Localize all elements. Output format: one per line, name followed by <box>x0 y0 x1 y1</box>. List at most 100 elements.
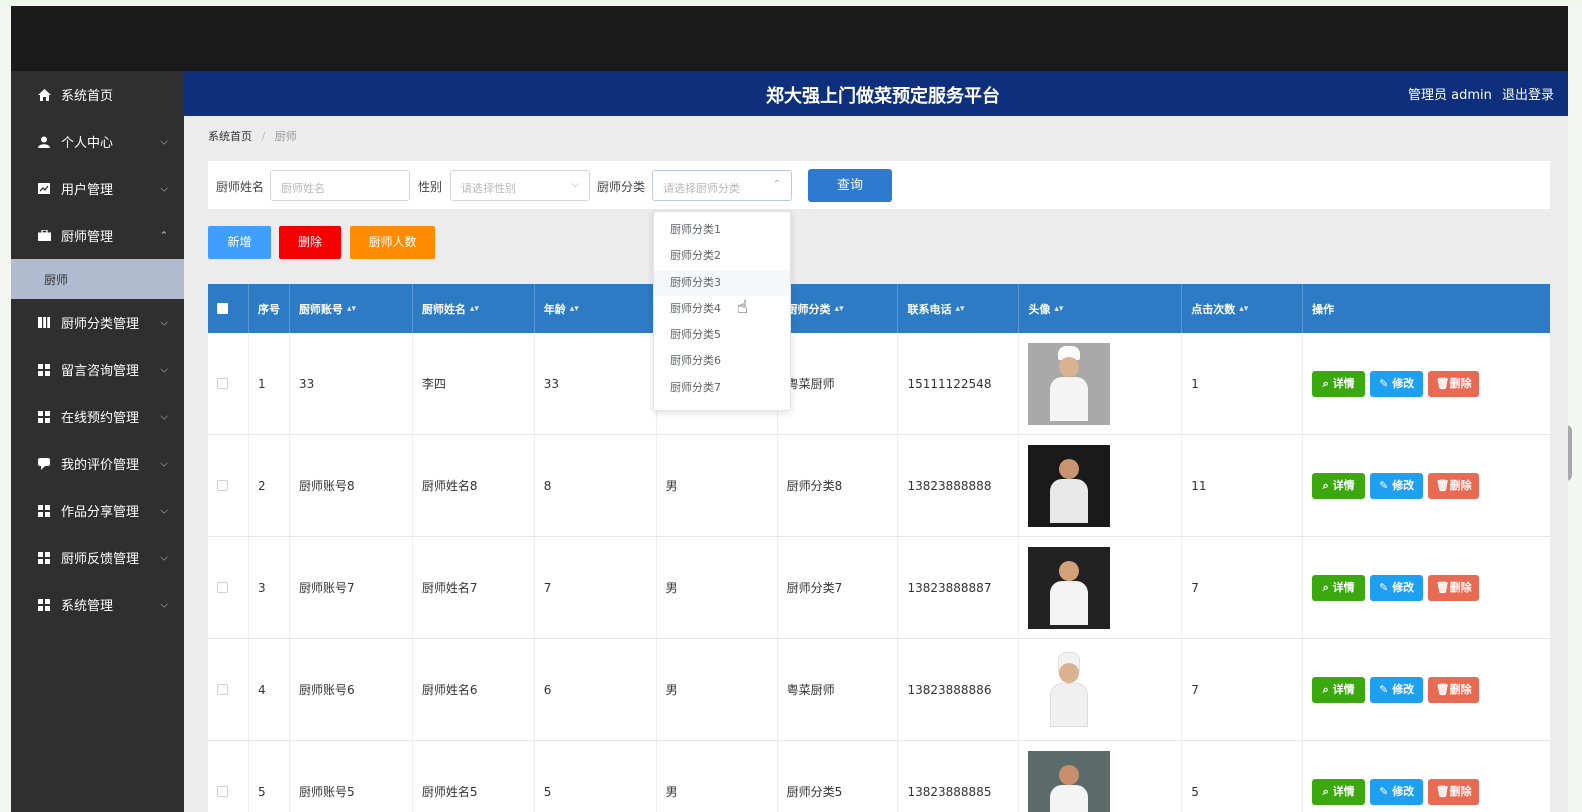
chef-count-button[interactable]: 厨师人数 <box>350 226 435 259</box>
cell-category: 厨师分类7 <box>778 537 899 638</box>
logout-link[interactable]: 退出登录 <box>1502 88 1554 103</box>
cell-gender: 男 <box>657 435 778 536</box>
sidebar-item-system[interactable]: 系统管理 ⌵ <box>11 581 184 628</box>
sort-icon[interactable]: ▴▾ <box>1054 304 1063 314</box>
sidebar-item-label: 系统管理 <box>61 599 114 614</box>
header-account-label: 厨师账号 <box>298 302 343 316</box>
row-checkbox[interactable] <box>217 480 228 491</box>
delete-button[interactable]: 删除 <box>279 226 341 259</box>
table-row: 2 厨师账号8 厨师姓名8 8 男 厨师分类8 13823888888 11 ⌕… <box>208 435 1550 537</box>
sort-icon[interactable]: ▴▾ <box>1239 304 1248 314</box>
remove-button[interactable]: 🗑删除 <box>1428 574 1480 601</box>
add-button[interactable]: 新增 <box>208 226 271 259</box>
detail-button[interactable]: ⌕ 详情 <box>1312 676 1366 703</box>
dropdown-option[interactable]: 厨师分类7 <box>654 375 790 401</box>
cell-index: 4 <box>249 639 290 740</box>
cell-gender: 男 <box>657 639 778 740</box>
row-select-cell <box>208 741 249 812</box>
header-account[interactable]: 厨师账号 ▴▾ <box>290 284 413 333</box>
cell-ops: ⌕ 详情 ✎ 修改 🗑删除 <box>1303 333 1550 434</box>
sidebar-item-home[interactable]: 系统首页 <box>11 71 184 118</box>
table-row: 3 厨师账号7 厨师姓名7 7 男 厨师分类7 13823888887 7 ⌕ … <box>208 537 1550 639</box>
detail-button[interactable]: ⌕ 详情 <box>1312 574 1366 601</box>
header-avatar[interactable]: 头像 ▴▾ <box>1019 284 1183 333</box>
gender-select[interactable]: 请选择性别 ⌵ <box>450 170 590 201</box>
header-name[interactable]: 厨师姓名 ▴▾ <box>413 284 535 333</box>
sidebar-item-user-management[interactable]: 用户管理 ⌵ <box>11 165 184 212</box>
dropdown-option[interactable]: 厨师分类3 <box>654 269 790 296</box>
sidebar-item-feedback[interactable]: 厨师反馈管理 ⌵ <box>11 534 184 581</box>
detail-button[interactable]: ⌕ 详情 <box>1312 370 1366 397</box>
sidebar-item-personal-center[interactable]: 个人中心 ⌵ <box>11 118 184 165</box>
chef-category-placeholder: 请选择厨师分类 <box>663 182 740 195</box>
cell-category: 粤菜厨师 <box>778 639 899 740</box>
sort-icon[interactable]: ▴▾ <box>570 304 579 314</box>
edit-label: 修改 <box>1392 376 1415 390</box>
cell-category: 厨师分类5 <box>778 741 899 812</box>
cell-clicks: 7 <box>1182 537 1304 638</box>
detail-button[interactable]: ⌕ 详情 <box>1312 472 1366 499</box>
edit-button[interactable]: ✎ 修改 <box>1370 778 1424 805</box>
search-icon: ⌕ <box>1322 478 1329 492</box>
edit-button[interactable]: ✎ 修改 <box>1370 574 1424 601</box>
row-checkbox[interactable] <box>217 582 228 593</box>
remove-button[interactable]: 🗑删除 <box>1428 778 1480 805</box>
chevron-down-icon: ⌵ <box>160 505 168 516</box>
header-phone[interactable]: 联系电话 ▴▾ <box>898 284 1020 333</box>
sidebar-item-chef-management[interactable]: 厨师管理 ⌃ <box>11 212 184 259</box>
cell-phone: 15111122548 <box>898 333 1020 434</box>
edit-label: 修改 <box>1392 478 1415 492</box>
grid-icon <box>37 363 51 377</box>
chef-category-label: 厨师分类 <box>597 180 646 194</box>
remove-label: 删除 <box>1449 784 1472 798</box>
edit-button[interactable]: ✎ 修改 <box>1370 472 1424 499</box>
remove-button[interactable]: 🗑删除 <box>1428 472 1480 499</box>
cell-clicks: 5 <box>1182 741 1304 812</box>
remove-button[interactable]: 🗑删除 <box>1428 370 1480 397</box>
dropdown-option[interactable]: 厨师分类4 <box>654 296 790 322</box>
sort-icon[interactable]: ▴▾ <box>835 304 844 314</box>
query-button[interactable]: 查询 <box>808 169 892 202</box>
chef-category-select[interactable]: 请选择厨师分类 ⌃ <box>652 170 792 201</box>
dropdown-option[interactable]: 厨师分类1 <box>654 217 790 243</box>
dropdown-option[interactable]: 厨师分类5 <box>654 322 790 348</box>
detail-button[interactable]: ⌕ 详情 <box>1312 778 1366 805</box>
header-category[interactable]: 厨师分类 ▴▾ <box>778 284 899 333</box>
breadcrumb-home[interactable]: 系统首页 <box>208 130 252 143</box>
edit-button[interactable]: ✎ 修改 <box>1370 370 1424 397</box>
sidebar-item-review[interactable]: 我的评价管理 ⌵ <box>11 440 184 487</box>
dropdown-option[interactable]: 厨师分类6 <box>654 348 790 374</box>
sidebar-item-label: 在线预约管理 <box>61 411 140 426</box>
edit-button[interactable]: ✎ 修改 <box>1370 676 1424 703</box>
row-checkbox[interactable] <box>217 684 228 695</box>
sidebar-item-chef-category[interactable]: 厨师分类管理 ⌵ <box>11 299 184 346</box>
sidebar-item-label: 厨师管理 <box>61 230 114 245</box>
dropdown-option[interactable]: 厨师分类2 <box>654 243 790 269</box>
header-name-label: 厨师姓名 <box>421 302 466 316</box>
sort-icon[interactable]: ▴▾ <box>470 304 479 314</box>
cell-ops: ⌕ 详情 ✎ 修改 🗑删除 <box>1303 741 1550 812</box>
chevron-down-icon: ⌵ <box>571 179 579 190</box>
remove-button[interactable]: 🗑删除 <box>1428 676 1480 703</box>
sidebar-subitem-chef[interactable]: 厨师 <box>11 259 184 299</box>
header-avatar-label: 头像 <box>1028 302 1051 316</box>
row-checkbox[interactable] <box>217 786 228 797</box>
chef-avatar-image <box>1028 546 1111 629</box>
header-clicks-label: 点击次数 <box>1191 302 1236 316</box>
select-all-checkbox[interactable] <box>217 303 228 314</box>
cell-account: 33 <box>290 333 413 434</box>
chef-name-input[interactable]: 厨师姓名 <box>270 170 410 201</box>
sort-icon[interactable]: ▴▾ <box>347 304 356 314</box>
row-checkbox[interactable] <box>217 378 228 389</box>
header-age[interactable]: 年龄 ▴▾ <box>535 284 657 333</box>
sidebar-item-works[interactable]: 作品分享管理 ⌵ <box>11 487 184 534</box>
detail-label: 详情 <box>1332 478 1355 492</box>
header-clicks[interactable]: 点击次数 ▴▾ <box>1182 284 1304 333</box>
chef-name-placeholder: 厨师姓名 <box>281 182 325 195</box>
sidebar-item-message[interactable]: 留言咨询管理 ⌵ <box>11 346 184 393</box>
sort-icon[interactable]: ▴▾ <box>955 304 964 314</box>
sidebar-item-reservation[interactable]: 在线预约管理 ⌵ <box>11 393 184 440</box>
detail-label: 详情 <box>1332 580 1355 594</box>
chevron-down-icon: ⌵ <box>160 183 168 194</box>
columns-icon <box>37 316 51 330</box>
